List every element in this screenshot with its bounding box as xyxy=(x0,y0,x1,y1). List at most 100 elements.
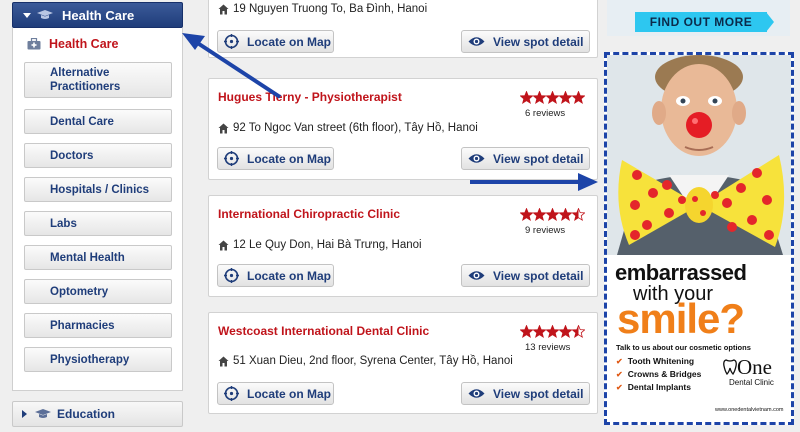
listing-address-text: 51 Xuan Dieu, 2nd floor, Syrena Center, … xyxy=(233,355,513,367)
home-icon xyxy=(218,356,229,366)
listing-name-link[interactable]: Hugues Tierny - Physiotherapist xyxy=(218,90,402,104)
listing-card: Westcoast International Dental Clinic 13… xyxy=(208,312,598,414)
eye-icon xyxy=(468,36,485,47)
star-icon xyxy=(572,208,585,221)
star-icon xyxy=(533,325,546,338)
ad-tagline: Talk to us about our cosmetic options xyxy=(616,343,751,352)
category-sidebar: Health Care Health Care Alternative Prac… xyxy=(0,0,196,432)
locate-on-map-button[interactable]: Locate on Map xyxy=(217,30,334,53)
star-icon xyxy=(546,91,559,104)
review-count[interactable]: 9 reviews xyxy=(525,225,565,236)
locate-on-map-label: Locate on Map xyxy=(247,151,332,166)
star-icon xyxy=(559,208,572,221)
graduation-cap-icon xyxy=(37,10,53,20)
listing-address-text: 19 Nguyen Truong To, Ba Đình, Hanoi xyxy=(233,3,428,15)
home-icon xyxy=(218,240,229,250)
chevron-right-icon xyxy=(22,410,27,418)
subcategory-physiotherapy[interactable]: Physiotherapy xyxy=(24,347,172,372)
crosshair-icon xyxy=(224,151,239,166)
subcategory-hospitals-clinics[interactable]: Hospitals / Clinics xyxy=(24,177,172,202)
listing-card: Hugues Tierny - Physiotherapist 6 review… xyxy=(208,78,598,180)
rating-stars xyxy=(520,208,585,221)
subcategory-health-care-selected[interactable]: Health Care xyxy=(27,37,118,51)
subcategory-alternative-practitioners[interactable]: Alternative Practitioners xyxy=(24,62,172,98)
dental-clinic-ad[interactable]: embarrassed with your smile? Talk to us … xyxy=(604,52,794,425)
subcategory-labs[interactable]: Labs xyxy=(24,211,172,236)
listing-address-text: 12 Le Quy Don, Hai Bà Trưng, Hanoi xyxy=(233,239,422,251)
subcategory-panel: Health Care Alternative Practitioners De… xyxy=(12,28,183,391)
ad-service-label: Tooth Whitening xyxy=(627,356,695,366)
ad-service-item: ✔ Dental Implants xyxy=(616,381,701,394)
find-out-more-button[interactable]: FIND OUT MORE xyxy=(635,12,767,32)
review-count[interactable]: 6 reviews xyxy=(525,108,565,119)
ad-service-label: Dental Implants xyxy=(627,382,691,392)
checkmark-icon: ✔ xyxy=(616,383,623,392)
category-health-care-label: Health Care xyxy=(62,7,135,23)
eye-icon xyxy=(468,270,485,281)
ad-headline-3: smile? xyxy=(617,295,745,342)
locate-on-map-button[interactable]: Locate on Map xyxy=(217,264,334,287)
listing-name-link[interactable]: Westcoast International Dental Clinic xyxy=(218,324,429,338)
subcategory-optometry[interactable]: Optometry xyxy=(24,279,172,304)
crosshair-icon xyxy=(224,268,239,283)
category-education-header[interactable]: Education xyxy=(12,401,183,427)
subcategory-dental-care[interactable]: Dental Care xyxy=(24,109,172,134)
home-icon xyxy=(218,123,229,133)
star-icon xyxy=(546,208,559,221)
arrow-right-icon xyxy=(766,12,774,32)
ad-service-list: ✔ Tooth Whitening ✔ Crowns & Bridges ✔ Dent… xyxy=(616,355,701,394)
eye-icon xyxy=(468,388,485,399)
checkmark-icon: ✔ xyxy=(616,357,623,366)
locate-on-map-label: Locate on Map xyxy=(247,34,332,49)
view-spot-detail-label: View spot detail xyxy=(493,34,584,49)
locate-on-map-label: Locate on Map xyxy=(247,268,332,283)
locate-on-map-button[interactable]: Locate on Map xyxy=(217,147,334,170)
medical-bag-icon xyxy=(27,38,41,50)
tooth-icon xyxy=(723,359,737,375)
brand-name: One xyxy=(737,355,772,379)
star-icon xyxy=(520,208,533,221)
category-education-label: Education xyxy=(57,407,116,421)
view-spot-detail-label: View spot detail xyxy=(493,268,584,283)
chevron-down-icon xyxy=(23,12,31,18)
locate-on-map-label: Locate on Map xyxy=(247,386,332,401)
ad-service-item: ✔ Tooth Whitening xyxy=(616,355,701,368)
listing-address: 92 To Ngoc Van street (6th floor), Tây H… xyxy=(218,122,478,134)
brand-subtitle: Dental Clinic xyxy=(729,378,774,387)
graduation-cap-icon xyxy=(35,409,51,419)
rating-stars xyxy=(520,325,585,338)
view-spot-detail-button[interactable]: View spot detail xyxy=(461,382,590,405)
listing-card: International Chiropractic Clinic 9 revi… xyxy=(208,195,598,297)
eye-icon xyxy=(468,153,485,164)
star-icon xyxy=(546,325,559,338)
listing-card: 19 Nguyen Truong To, Ba Đình, Hanoi Loca… xyxy=(208,0,598,58)
star-icon xyxy=(572,91,585,104)
view-spot-detail-button[interactable]: View spot detail xyxy=(461,264,590,287)
ad-url: www.onedentalvietnam.com xyxy=(715,407,784,413)
listing-address-text: 92 To Ngoc Van street (6th floor), Tây H… xyxy=(233,122,478,134)
crosshair-icon xyxy=(224,34,239,49)
view-spot-detail-button[interactable]: View spot detail xyxy=(461,147,590,170)
view-spot-detail-label: View spot detail xyxy=(493,151,584,166)
subcategory-doctors[interactable]: Doctors xyxy=(24,143,172,168)
clown-nose-bowtie-photo xyxy=(607,55,791,255)
home-icon xyxy=(218,4,229,14)
star-icon xyxy=(533,208,546,221)
subcategory-health-care-label: Health Care xyxy=(49,37,119,51)
category-health-care-header[interactable]: Health Care xyxy=(12,2,183,28)
star-icon xyxy=(533,91,546,104)
listing-name-link[interactable]: International Chiropractic Clinic xyxy=(218,207,400,221)
view-spot-detail-label: View spot detail xyxy=(493,386,584,401)
view-spot-detail-button[interactable]: View spot detail xyxy=(461,30,590,53)
ad-service-label: Crowns & Bridges xyxy=(627,369,702,379)
star-icon xyxy=(520,91,533,104)
review-count[interactable]: 13 reviews xyxy=(525,342,570,353)
star-icon xyxy=(559,325,572,338)
star-icon xyxy=(572,325,585,338)
locate-on-map-button[interactable]: Locate on Map xyxy=(217,382,334,405)
subcategory-mental-health[interactable]: Mental Health xyxy=(24,245,172,270)
ad-service-item: ✔ Crowns & Bridges xyxy=(616,368,701,381)
rating-stars xyxy=(520,91,585,104)
checkmark-icon: ✔ xyxy=(616,370,623,379)
subcategory-pharmacies[interactable]: Pharmacies xyxy=(24,313,172,338)
